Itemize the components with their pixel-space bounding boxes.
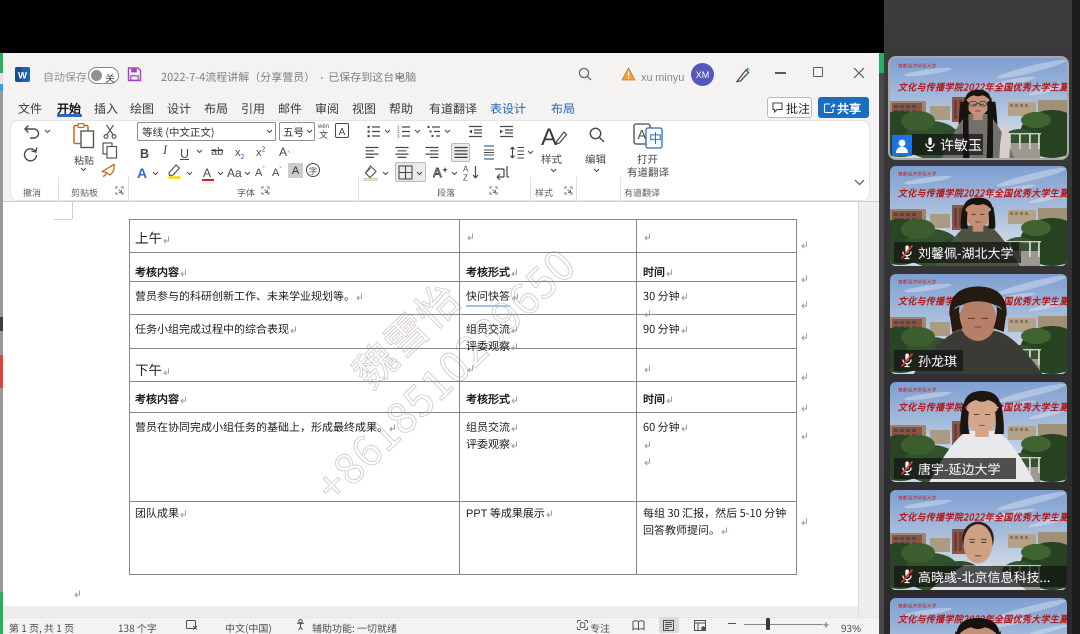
svg-text:Z: Z <box>463 174 468 182</box>
svg-text:中: 中 <box>649 128 662 147</box>
svg-text:W: W <box>18 71 27 82</box>
svg-text:A: A <box>638 127 647 142</box>
svg-text:3: 3 <box>397 134 400 138</box>
svg-text:A: A <box>433 165 442 180</box>
svg-text:A: A <box>463 165 469 174</box>
svg-text:A: A <box>541 124 557 151</box>
